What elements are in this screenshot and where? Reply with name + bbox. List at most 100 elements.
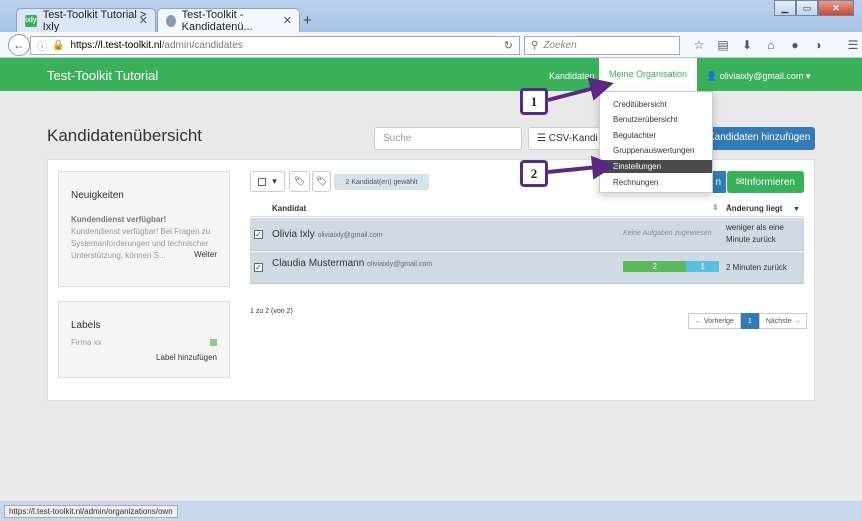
app-navbar: Test-Toolkit Tutorial Kandidaten Meine O… [0, 58, 862, 91]
shield-favicon-icon [166, 14, 176, 27]
browser-search-input[interactable]: ⚲ Zoeken [524, 36, 680, 55]
organisation-dropdown-menu: Creditübersicht Benutzerübersicht Beguta… [599, 91, 713, 193]
tag-button[interactable]: 🏷 [289, 171, 310, 192]
menu-item-begutachter[interactable]: Begutachter [600, 129, 712, 142]
nav-kandidaten[interactable]: Kandidaten [549, 71, 595, 81]
menu-item-rechnungen[interactable]: Rechnungen [600, 176, 712, 189]
news-headline: Kundendienst verfügbar! [71, 215, 167, 224]
user-menu[interactable]: 👤 oliviaixly@gmail.com ▾ [706, 71, 810, 82]
menu-item-gruppenauswertungen[interactable]: Gruppenauswertungen [600, 144, 712, 157]
menu-hamburger-icon[interactable]: ☰ [844, 37, 862, 53]
chat-icon[interactable]: ● [786, 37, 804, 53]
envelope-icon: ✉ [736, 176, 745, 188]
caret-down-icon: ▾ [805, 71, 811, 81]
new-tab-button[interactable]: + [303, 12, 312, 29]
csv-import-button[interactable]: ☰ CSV-Kandi [528, 127, 608, 150]
browser-toolbar-icons: ☆ ▤ ⬇ ⌂ ● ◗ ☰ [690, 37, 862, 53]
col-header-changed[interactable]: Änderung liegt [726, 204, 782, 213]
label-color-swatch [210, 339, 217, 346]
candidate-name[interactable]: Olivia Ixly oliviaixly@gmail.com [272, 229, 383, 240]
search-icon: ⚲ [531, 40, 539, 51]
news-panel: Neuigkeiten Kundendienst verfügbar! Kund… [58, 171, 230, 287]
list-icon: ☰ [537, 133, 549, 144]
add-label-link[interactable]: Label hinzufügen [156, 353, 217, 362]
close-tab-icon[interactable]: ✕ [139, 14, 148, 27]
labels-title: Labels [71, 320, 101, 331]
tab-label: Test-Toolkit - Kandidatenü... [181, 8, 253, 33]
select-all-dropdown[interactable]: ▾ [250, 171, 285, 192]
search-placeholder: Zoeken [543, 40, 577, 51]
changed-time: weniger als eine Minute zurück [726, 223, 784, 244]
pagination-info: 1 zu 2 (von 2) [250, 308, 293, 315]
browser-nav-bar: ← ⓘ 🔒 https://l.test-toolkit.nl /admin/c… [0, 32, 862, 58]
reload-icon[interactable]: ↻ [504, 39, 513, 52]
label-item[interactable]: Firma xx [71, 338, 217, 347]
candidate-name[interactable]: Claudia Mustermann oliviaixly@gmail.com [272, 258, 432, 269]
bookmark-star-icon[interactable]: ☆ [690, 37, 708, 53]
back-arrow-icon[interactable]: ← [8, 34, 30, 56]
download-icon[interactable]: ⬇ [738, 37, 756, 53]
maximize-icon[interactable]: ▭ [796, 0, 818, 16]
news-body: Kundendienst verfügbar! Bei Fragen zu Sy… [71, 227, 211, 260]
inform-label: Informieren [744, 176, 795, 188]
candidate-search-input[interactable]: Suche [374, 127, 522, 150]
url-domain: https://l.test-toolkit.nl [70, 40, 162, 51]
user-icon: 👤 [706, 71, 718, 81]
sort-icon[interactable]: ⬍ [712, 203, 719, 212]
menu-item-einstellungen[interactable]: Einstellungen [600, 160, 712, 173]
minimize-icon[interactable]: ▁ [774, 0, 796, 16]
row-checkbox[interactable]: ✓ [254, 263, 263, 272]
labels-panel: Labels Firma xx Label hinzufügen [58, 301, 230, 378]
url-bar[interactable]: ⓘ 🔒 https://l.test-toolkit.nl /admin/can… [30, 36, 520, 55]
pagination-prev[interactable]: ← Vorherige [688, 313, 741, 329]
news-more-link[interactable]: Weiter [194, 250, 217, 259]
callout-2: 2 [520, 160, 548, 187]
clipboard-icon[interactable]: ▤ [714, 37, 732, 53]
pagination: ← Vorherige 1 Nächste → [688, 313, 808, 329]
close-tab-icon[interactable]: ✕ [283, 14, 292, 27]
nav-meine-organisation[interactable]: Meine Organisation [599, 58, 698, 91]
candidate-email: oliviaixly@gmail.com [317, 232, 383, 239]
ixly-favicon-icon: ixly [25, 14, 37, 27]
url-path: /admin/candidates [161, 40, 243, 51]
page-title: Kandidatenübersicht [47, 126, 203, 145]
candidate-email: oliviaixly@gmail.com [367, 261, 433, 268]
lock-icon: 🔒 [52, 40, 65, 51]
col-header-candidate[interactable]: Kandidat [272, 204, 306, 213]
menu-item-benutzeruebersicht[interactable]: Benutzerübersicht [600, 113, 712, 126]
browser-tab-kandidaten[interactable]: Test-Toolkit - Kandidatenü... ✕ [157, 8, 300, 33]
pagination-current[interactable]: 1 [740, 313, 759, 329]
browser-status-bar: https://l.test-toolkit.nl/admin/organiza… [0, 501, 862, 521]
window-close-icon[interactable]: ✕ [818, 0, 854, 16]
menu-item-credituebersicht[interactable]: Creditübersicht [600, 98, 712, 111]
browser-tab-bar: ixly Test-Toolkit Tutorial > Ixly ✕ Test… [0, 0, 862, 33]
progress-bar: 2 1 [623, 261, 719, 272]
checkbox-icon [258, 177, 267, 186]
csv-label: CSV-Kandi [548, 133, 598, 144]
row-checkbox[interactable]: ✓ [254, 230, 263, 239]
tag-icon: 🏷 [293, 176, 306, 186]
table-row[interactable]: ✓ Olivia Ixly oliviaixly@gmail.com Keine… [250, 218, 804, 251]
user-email: oliviaixly@gmail.com [719, 71, 804, 81]
candidate-name-text: Claudia Mustermann [272, 258, 365, 269]
pocket-icon[interactable]: ◗ [810, 37, 828, 53]
caret-down-icon: ▾ [272, 176, 277, 186]
inform-button[interactable]: ✉ Informieren [727, 171, 804, 193]
table-header: Kandidat ⬍ Änderung liegt ▼ [250, 201, 804, 217]
browser-tab-ixly[interactable]: ixly Test-Toolkit Tutorial > Ixly ✕ [16, 8, 156, 33]
label-name: Firma xx [71, 338, 102, 347]
add-candidates-button[interactable]: Kandidaten hinzufügen [700, 127, 815, 150]
info-icon[interactable]: ⓘ [37, 38, 47, 53]
candidate-name-text: Olivia Ixly [272, 229, 315, 240]
untag-button[interactable]: 🏷 [312, 171, 331, 192]
pagination-next[interactable]: Nächste → [758, 313, 808, 329]
progress-open: 1 [686, 261, 719, 272]
sort-desc-icon[interactable]: ▼ [793, 206, 800, 213]
tag-remove-icon: 🏷 [315, 176, 328, 186]
table-row[interactable]: ✓ Claudia Mustermann oliviaixly@gmail.co… [250, 252, 804, 284]
home-icon[interactable]: ⌂ [762, 37, 780, 53]
brand-logo[interactable]: Test-Toolkit Tutorial [47, 68, 158, 83]
progress-done: 2 [623, 261, 687, 272]
changed-time: 2 Minuten zurück [726, 263, 787, 272]
selected-count-badge: 2 Kandidat(en) gewählt [334, 174, 429, 190]
